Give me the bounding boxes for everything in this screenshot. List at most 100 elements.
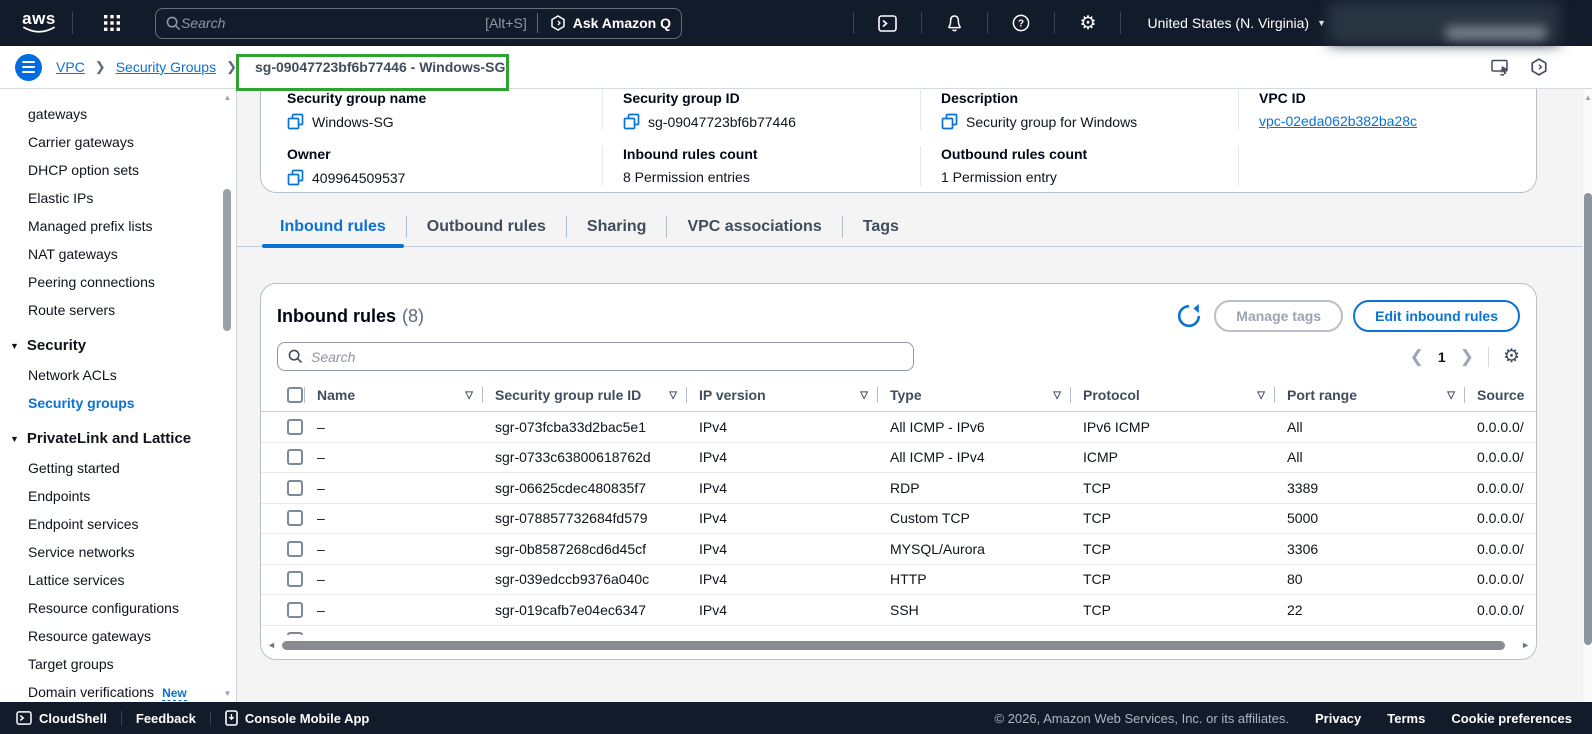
row-checkbox[interactable] (287, 418, 303, 435)
row-checkbox[interactable] (287, 510, 303, 527)
breadcrumb-vpc-link[interactable]: VPC (56, 59, 85, 75)
column-header-source[interactable]: Source (1477, 387, 1524, 403)
sidebar-item-network-acls[interactable]: Network ACLs (28, 362, 236, 390)
scroll-up-icon[interactable]: ▲ (223, 93, 232, 102)
sidebar-item-carrier-gateways[interactable]: Carrier gateways (28, 129, 236, 157)
cell-type: RDP (890, 479, 920, 496)
feedback-button[interactable]: Feedback (136, 711, 196, 726)
tab-vpc-associations[interactable]: VPC associations (667, 218, 841, 246)
sidebar-item-target-groups[interactable]: Target groups (28, 651, 236, 679)
sidebar-scroll-thumb[interactable] (223, 189, 231, 331)
page-scrollbar[interactable]: ▲ (1582, 89, 1592, 702)
select-all-checkbox[interactable] (287, 387, 303, 403)
copy-icon[interactable] (623, 113, 640, 130)
cloudshell-button[interactable]: CloudShell (16, 711, 107, 726)
privacy-link[interactable]: Privacy (1315, 711, 1361, 726)
sidebar-item-endpoints[interactable]: Endpoints (28, 483, 236, 511)
edit-inbound-rules-button[interactable]: Edit inbound rules (1353, 300, 1520, 332)
tab-sharing[interactable]: Sharing (567, 218, 667, 246)
column-header-protocol[interactable]: Protocol (1083, 387, 1140, 403)
column-header-name[interactable]: Name (317, 387, 355, 403)
sidebar-scrollbar[interactable]: ▲ ▼ (223, 93, 232, 698)
aws-logo[interactable]: aws (16, 10, 62, 35)
remote-session-icon[interactable] (1491, 59, 1510, 76)
filter-icon[interactable]: ▽ (669, 390, 677, 401)
sidebar-item-peering-connections[interactable]: Peering connections (28, 269, 236, 297)
apps-grid-icon[interactable] (89, 0, 135, 46)
terms-link[interactable]: Terms (1387, 711, 1425, 726)
refresh-icon[interactable] (1174, 301, 1204, 331)
sidebar-item-getting-started[interactable]: Getting started (28, 455, 236, 483)
row-checkbox[interactable] (287, 601, 303, 618)
sidebar-item-managed-prefix-lists[interactable]: Managed prefix lists (28, 213, 236, 241)
page-scroll-thumb[interactable] (1584, 193, 1592, 645)
copy-icon[interactable] (287, 169, 304, 186)
sidebar-item-dhcp-option-sets[interactable]: DHCP option sets (28, 157, 236, 185)
field-label: Description (941, 90, 1019, 106)
global-search-bar[interactable]: [Alt+S] Ask Amazon Q (155, 7, 682, 39)
sidebar-item-route-servers[interactable]: Route servers (28, 297, 236, 325)
sidebar-item-resource-configurations[interactable]: Resource configurations (28, 595, 236, 623)
cloudshell-terminal-icon[interactable] (864, 0, 911, 46)
previous-page-icon[interactable]: ❮ (1410, 348, 1424, 365)
row-checkbox[interactable] (287, 479, 303, 496)
sidebar-item-gateways[interactable]: gateways (28, 101, 236, 129)
scroll-down-icon[interactable]: ▼ (223, 689, 232, 698)
row-checkbox[interactable] (287, 449, 303, 466)
next-page-icon[interactable]: ❯ (1460, 348, 1474, 365)
table-preferences-gear-icon[interactable]: ⚙ (1503, 347, 1520, 366)
filter-icon[interactable]: ▽ (1053, 390, 1061, 401)
rules-search-input[interactable] (311, 348, 903, 365)
filter-icon[interactable]: ▽ (465, 390, 473, 401)
table-row: – sgr-039edccb9376a040c IPv4 HTTP TCP 80… (261, 565, 1536, 595)
sidebar-item-domain-verifications[interactable]: Domain verifications New (28, 679, 236, 702)
global-search-input[interactable] (181, 15, 486, 31)
sidebar-item-nat-gateways[interactable]: NAT gateways (28, 241, 236, 269)
column-header-type[interactable]: Type (890, 387, 922, 403)
table-row: – sgr-04e367a6ec13963d4 IPv4 HTTPS TCP 4… (261, 626, 1536, 635)
manage-tags-button[interactable]: Manage tags (1214, 300, 1344, 332)
tab-inbound-rules[interactable]: Inbound rules (260, 218, 406, 248)
scroll-left-icon[interactable]: ◄ (267, 640, 276, 650)
ask-amazon-q-button[interactable]: Ask Amazon Q (536, 13, 671, 33)
horizontal-scroll-thumb[interactable] (281, 640, 1506, 650)
row-checkbox[interactable] (287, 632, 303, 635)
table-horizontal-scrollbar[interactable]: ◄ ► (267, 637, 1530, 653)
sidebar-section-security[interactable]: ▼ Security (10, 325, 236, 362)
region-selector[interactable]: United States (N. Virginia) ▼ (1131, 15, 1342, 31)
breadcrumb-security-groups-link[interactable]: Security Groups (116, 59, 216, 75)
filter-icon[interactable]: ▽ (860, 390, 868, 401)
sidebar-item-service-networks[interactable]: Service networks (28, 539, 236, 567)
cell-rule-id: sgr-039edccb9376a040c (495, 571, 650, 588)
amazon-q-icon[interactable] (1530, 58, 1548, 76)
sidebar-section-privatelink-lattice[interactable]: ▼ PrivateLink and Lattice (10, 418, 236, 455)
settings-gear-icon[interactable]: ⚙ (1065, 0, 1110, 46)
column-header-port-range[interactable]: Port range (1287, 387, 1357, 403)
scroll-up-icon[interactable]: ▲ (1583, 93, 1592, 102)
column-header-ip-version[interactable]: IP version (699, 387, 766, 403)
tab-outbound-rules[interactable]: Outbound rules (407, 218, 566, 246)
sidebar-item-security-groups[interactable]: Security groups (28, 390, 236, 418)
help-icon[interactable]: ? (998, 0, 1044, 46)
cell-name: – (317, 479, 325, 496)
sidebar-item-lattice-services[interactable]: Lattice services (28, 567, 236, 595)
sidebar-menu-icon[interactable] (15, 53, 42, 81)
row-checkbox[interactable] (287, 571, 303, 588)
console-mobile-app-button[interactable]: Console Mobile App (225, 710, 369, 726)
vpc-id-link[interactable]: vpc-02eda062b382ba28c (1259, 113, 1417, 129)
rules-search-bar[interactable] (277, 342, 914, 371)
row-checkbox[interactable] (287, 540, 303, 557)
notifications-bell-icon[interactable] (932, 0, 977, 46)
copy-icon[interactable] (941, 113, 958, 130)
copy-icon[interactable] (287, 113, 304, 130)
sidebar-item-endpoint-services[interactable]: Endpoint services (28, 511, 236, 539)
cookie-preferences-link[interactable]: Cookie preferences (1451, 711, 1572, 726)
sidebar-item-resource-gateways[interactable]: Resource gateways (28, 623, 236, 651)
filter-icon[interactable]: ▽ (1447, 390, 1455, 401)
scroll-right-icon[interactable]: ► (1521, 640, 1530, 650)
filter-icon[interactable]: ▽ (1257, 390, 1265, 401)
ask-amazon-q-label: Ask Amazon Q (572, 15, 671, 31)
sidebar-item-elastic-ips[interactable]: Elastic IPs (28, 185, 236, 213)
column-header-rule-id[interactable]: Security group rule ID (495, 387, 641, 403)
tab-tags[interactable]: Tags (843, 218, 919, 246)
